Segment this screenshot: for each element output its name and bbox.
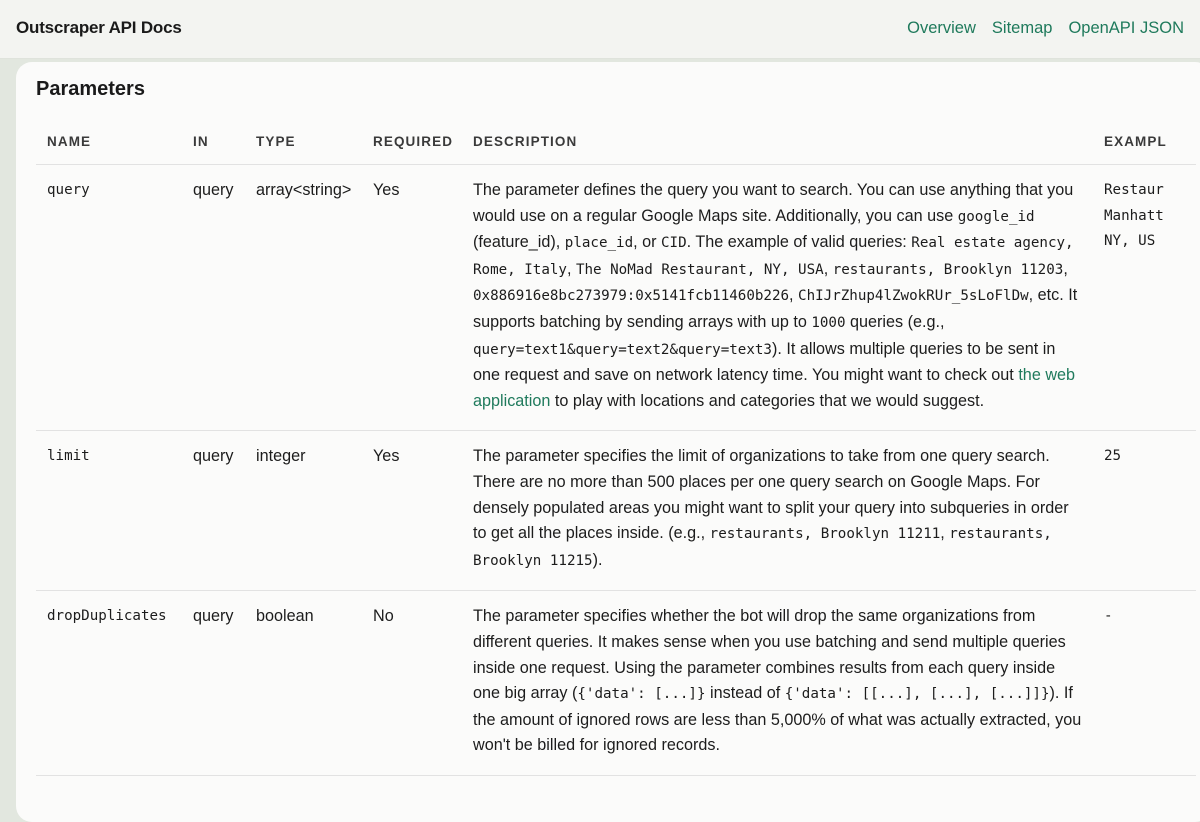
param-location: query xyxy=(182,164,245,432)
example-line: Restaur xyxy=(1104,182,1164,198)
param-example: - xyxy=(1093,590,1196,776)
inline-code: 1000 xyxy=(811,314,846,331)
column-header-description: DESCRIPTION xyxy=(462,118,1093,165)
description-text: , xyxy=(940,524,950,543)
description-text: , xyxy=(823,259,833,278)
section-title: Parameters xyxy=(36,78,145,100)
table-header-row: NAME IN TYPE REQUIRED DESCRIPTION EXAMPL xyxy=(36,118,1196,165)
description-text: ). xyxy=(592,550,603,569)
table-row: limit query integer Yes The parameter specif… xyxy=(36,430,1196,592)
inline-code: google_id xyxy=(957,208,1035,225)
nav-link-sitemap[interactable]: Sitemap xyxy=(992,19,1053,37)
inline-code: place_id xyxy=(564,235,634,252)
parameters-card: Parameters NAME IN TYPE REQUIRED DESCRIP… xyxy=(16,62,1200,822)
inline-code: {'data': [[...], [...], [...]]} xyxy=(784,686,1050,703)
param-required: Yes xyxy=(362,164,462,432)
description-text: (feature_id), xyxy=(473,233,565,252)
param-location: query xyxy=(182,590,245,776)
nav-link-overview[interactable]: Overview xyxy=(907,19,976,37)
inline-code: CID xyxy=(661,235,687,252)
description-text: instead of xyxy=(705,684,785,703)
column-header-example: EXAMPL xyxy=(1093,118,1196,165)
table-body: query query array<string> Yes The parameter … xyxy=(36,164,1196,776)
inline-code: The NoMad Restaurant, NY, USA xyxy=(575,261,824,278)
description-text: queries (e.g., xyxy=(845,312,945,331)
inline-code: restaurants, Brooklyn 11203 xyxy=(832,261,1064,278)
column-header-type: TYPE xyxy=(245,118,362,165)
brand-title[interactable]: Outscraper API Docs xyxy=(16,18,182,38)
description-text: , or xyxy=(633,233,662,252)
description-text: , xyxy=(789,286,799,305)
param-description: The parameter specifies whether the bot … xyxy=(462,590,1093,776)
description-text: , xyxy=(566,259,576,278)
param-type: integer xyxy=(245,430,362,592)
param-name: limit xyxy=(36,430,182,592)
inline-code: restaurants, Brooklyn 11211 xyxy=(709,526,941,543)
top-nav-links: Overview Sitemap OpenAPI JSON xyxy=(891,19,1184,38)
table-row: dropDuplicates query boolean No The paramete… xyxy=(36,590,1196,776)
inline-code: query=text1&query=text2&query=text3 xyxy=(473,341,772,358)
inline-code: 0x886916e8bc273979:0x5141fcb11460b226 xyxy=(473,288,790,305)
param-description: The parameter specifies the limit of org… xyxy=(462,430,1093,592)
description-text: . The example of valid queries: xyxy=(686,233,912,252)
inline-code: {'data': [...]} xyxy=(577,686,706,703)
parameters-table: NAME IN TYPE REQUIRED DESCRIPTION EXAMPL… xyxy=(36,118,1196,776)
example-line: Manhatt xyxy=(1104,207,1164,224)
example-line: NY, US xyxy=(1104,233,1156,250)
column-header-in: IN xyxy=(182,118,245,165)
column-header-name: NAME xyxy=(36,118,182,165)
description-text: , xyxy=(1063,259,1068,278)
inline-code: ChIJrZhup4lZwokRUr_5sLoFlDw xyxy=(798,288,1029,305)
description-text: to play with locations and categories th… xyxy=(550,391,985,410)
param-example: Restaur Manhatt NY, US xyxy=(1093,164,1196,432)
param-name: query xyxy=(36,164,182,432)
param-name: dropDuplicates xyxy=(36,590,182,776)
param-example: 25 xyxy=(1093,430,1196,592)
param-required: No xyxy=(362,590,462,776)
nav-link-openapi-json[interactable]: OpenAPI JSON xyxy=(1068,19,1184,37)
param-location: query xyxy=(182,430,245,592)
param-type: boolean xyxy=(245,590,362,776)
param-required: Yes xyxy=(362,430,462,592)
example-line: - xyxy=(1104,608,1113,625)
example-line: 25 xyxy=(1104,448,1122,465)
table-row: query query array<string> Yes The parameter … xyxy=(36,164,1196,432)
top-navigation-bar: Outscraper API Docs Overview Sitemap OpenA… xyxy=(0,0,1200,59)
column-header-required: REQUIRED xyxy=(362,118,462,165)
param-type: array<string> xyxy=(245,164,362,432)
param-description: The parameter defines the query you want… xyxy=(462,164,1093,432)
